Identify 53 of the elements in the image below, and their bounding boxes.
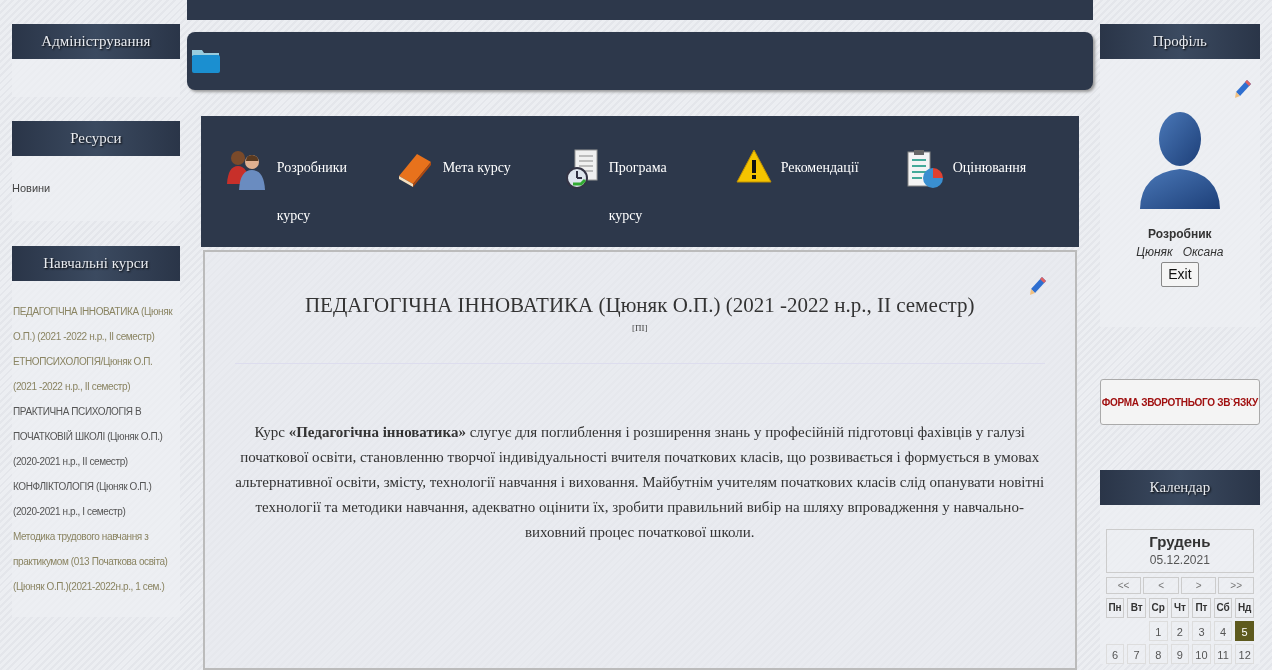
calendar-month: Грудень — [1149, 533, 1211, 551]
panel-header: Адміністрування — [12, 24, 180, 59]
feedback-button[interactable]: ФОРМА ЗВОРОТНЬОГО ЗВ`ЯЗКУ — [1099, 379, 1260, 425]
pencil-icon[interactable] — [1234, 79, 1252, 99]
course-link[interactable]: КОНФЛІКТОЛОГІЯ (Цюняк О.П.) (2020-2021 н.р., І семестр) — [12, 473, 174, 524]
warning-icon — [734, 148, 773, 184]
weekday-label: Пн — [1105, 598, 1125, 618]
course-nav-item[interactable]: Розробники курсу — [224, 144, 375, 240]
calendar-nav-button[interactable]: < — [1143, 577, 1179, 594]
weekday-label: Вт — [1127, 598, 1146, 618]
panel-header: Ресурси — [12, 121, 180, 156]
course-nav-item[interactable]: Оцінювання — [904, 144, 1055, 192]
resource-link[interactable]: Новини — [12, 180, 51, 197]
course-nav-item[interactable]: Мета курсу — [394, 144, 545, 192]
calendar-nav-button[interactable]: << — [1105, 577, 1142, 594]
weekday-label: Пт — [1192, 598, 1211, 618]
folder-icon[interactable] — [190, 48, 221, 74]
course-link[interactable]: ПЕДАГОГІЧНА ІННОВАТИКА (Цюняк О.П.) (2021 -2022 н.р., ІІ семестр) — [12, 298, 174, 349]
course-title: ПЕДАГОГІЧНА ІННОВАТИКА (Цюняк О.П.) (2021 -2022 н.р., ІІ семестр) — [303, 292, 976, 319]
calendar-day[interactable]: 7 — [1127, 644, 1146, 664]
course-description: Курс «Педагогічна інноватика» слугує для поглиблення і розширення знань у професійній підготовці фахівців у галузі початкової освіти, становленню творчої індивідуальності вчителя початкових класів, що розвивається і формується в умовах альтернативної освіти, змісту, технології навчання і виховання. Майбутнім учителям початкових класів слід опанувати новітні технології та методики навчання, адекватно оцінити їх, зробити правильний вибір на шляху впровадження у навчально-виховний процес початкової школи. — [234, 423, 1046, 542]
course-link[interactable]: ЕТНОПСИХОЛОГІЯ/Цюняк О.П. (2021 -2022 н.р., ІІ семестр) — [12, 348, 174, 399]
calendar-date: 05.12.2021 — [1149, 552, 1210, 569]
weekday-label: Чт — [1170, 598, 1190, 618]
course-link[interactable]: Методика трудового навчання з практикумом (013 Початкова освіта) (Цюняк О.П.)(2021-2022н.р., 1 сем.) — [12, 523, 174, 599]
calendar-day[interactable]: 3 — [1192, 621, 1211, 641]
panel-header: Профіль — [1099, 24, 1260, 59]
calendar-day[interactable]: 5 — [1235, 621, 1254, 641]
calendar-day[interactable]: 1 — [1148, 621, 1168, 641]
clock-document-icon — [564, 148, 601, 192]
calendar-day[interactable]: 9 — [1170, 644, 1190, 664]
profile-role: Розробник — [1148, 226, 1212, 243]
exit-button[interactable]: Exit — [1161, 262, 1199, 287]
panel-header: Навчальні курси — [12, 245, 180, 281]
calendar-day[interactable]: 10 — [1192, 644, 1211, 664]
calendar-nav-button[interactable]: >> — [1218, 577, 1254, 594]
course-link[interactable]: ПРАКТИЧНА ПСИХОЛОГІЯ В ПОЧАТКОВІЙ ШКОЛІ (Цюняк О.П.) (2020-2021 н.р., ІІ семестр) — [12, 398, 174, 474]
panel-header: Календар — [1099, 470, 1260, 505]
pencil-icon[interactable] — [1028, 276, 1047, 296]
weekday-label: Сб — [1213, 598, 1233, 618]
calendar-day[interactable]: 11 — [1213, 644, 1233, 664]
weekday-label: Нд — [1235, 598, 1254, 618]
calendar-day[interactable]: 6 — [1105, 644, 1125, 664]
calendar-day[interactable]: 4 — [1213, 621, 1233, 641]
calendar-nav-button[interactable]: > — [1180, 577, 1217, 594]
course-code: [ПІ] — [630, 321, 649, 335]
course-nav-item[interactable]: Рекомендації — [734, 144, 885, 192]
calendar-day[interactable]: 12 — [1235, 644, 1254, 664]
profile-name: Цюняк Оксана — [1136, 244, 1224, 261]
weekday-label: Ср — [1148, 598, 1168, 618]
calendar-day[interactable]: 8 — [1148, 644, 1168, 664]
course-nav-item[interactable]: Програма курсу — [564, 144, 715, 240]
calendar-day[interactable]: 2 — [1170, 621, 1190, 641]
